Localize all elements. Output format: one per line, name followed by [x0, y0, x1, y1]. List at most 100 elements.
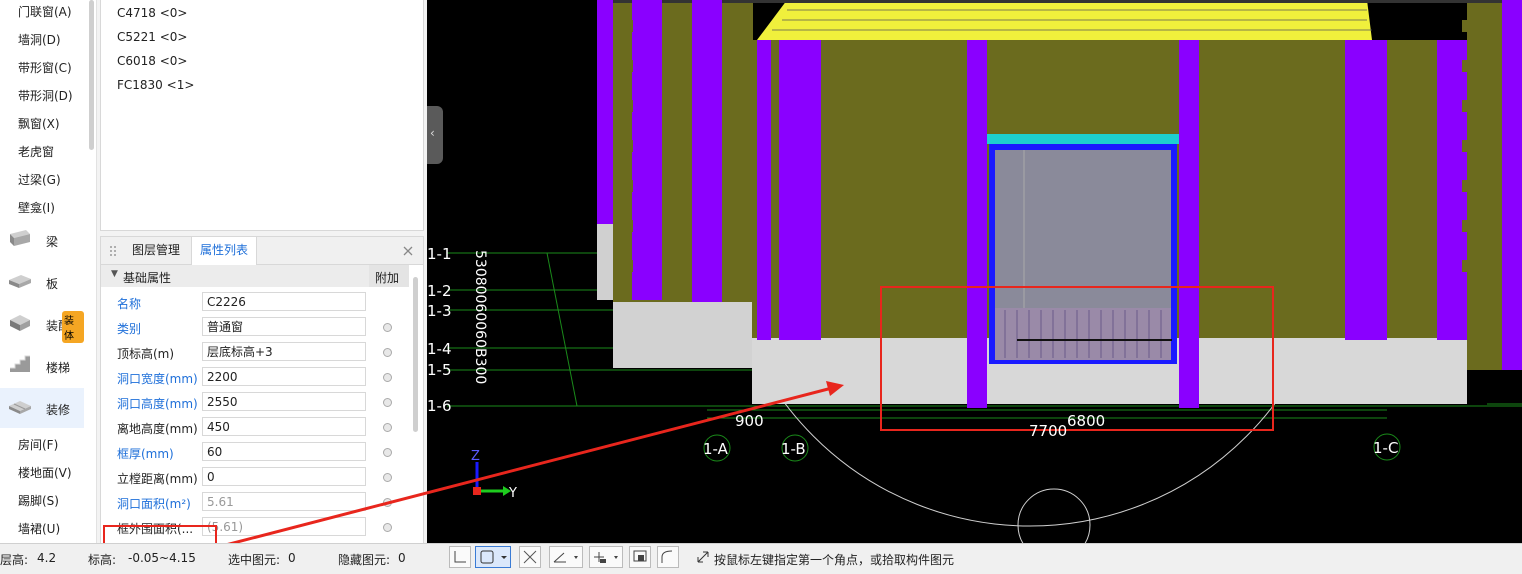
property-row[interactable]: 名称 C2226: [101, 290, 409, 315]
tab-layer-management[interactable]: 图层管理: [124, 237, 188, 264]
ortho-icon: [454, 551, 466, 563]
ortho-toggle-button[interactable]: [449, 546, 471, 568]
property-row[interactable]: 类别 普通窗: [101, 315, 409, 340]
property-row[interactable]: 洞口宽度(mm) 2200: [101, 365, 409, 390]
axis-label-1-1: 1-1: [427, 245, 452, 263]
category-beam[interactable]: 梁: [0, 220, 84, 260]
list-item[interactable]: C5221 <0>: [117, 30, 187, 44]
property-value-field[interactable]: 层底标高+3: [202, 342, 366, 361]
close-icon[interactable]: [403, 246, 413, 256]
property-row[interactable]: 立樘距离(mm) 0: [101, 465, 409, 490]
prefab-icon: [10, 315, 30, 331]
list-item[interactable]: C4718 <0>: [117, 6, 187, 20]
nav-item-floor-surface[interactable]: 楼地面(V): [18, 464, 72, 481]
property-name: 框厚(mm): [117, 447, 174, 461]
tab-property-list[interactable]: 属性列表: [191, 237, 258, 265]
nav-item-dado[interactable]: 墙裙(U): [18, 520, 60, 537]
attach-column-header: 附加: [369, 265, 409, 287]
attach-checkbox[interactable]: [383, 498, 392, 507]
property-name: 立樘距离(mm): [117, 472, 198, 486]
nav-item-lintel[interactable]: 过梁(G): [18, 171, 61, 188]
nav-item-door-window[interactable]: 门联窗(A): [18, 3, 72, 20]
snap-button[interactable]: [629, 546, 651, 568]
property-value-field[interactable]: C2226: [202, 292, 366, 311]
property-row[interactable]: 框外围面积(... (5.61): [101, 515, 409, 540]
axis-z-label: Z: [471, 449, 480, 464]
attach-checkbox[interactable]: [383, 373, 392, 382]
drag-handle-icon[interactable]: [109, 245, 117, 257]
axis-label-1-5: 1-5: [427, 361, 452, 379]
axis-label-1-A: 1-A: [703, 440, 729, 458]
property-row[interactable]: 顶标高(m) 层底标高+3: [101, 340, 409, 365]
rect-select-icon: [480, 550, 507, 564]
group-header[interactable]: ▼ 基础属性: [101, 265, 369, 287]
collapse-panel-handle[interactable]: ‹: [427, 106, 443, 164]
property-row[interactable]: 离地高度(mm) 450: [101, 415, 409, 440]
stairs-icon: [10, 355, 30, 372]
category-label: 板: [46, 277, 59, 291]
property-row[interactable]: 洞口面积(m²) 5.61: [101, 490, 409, 515]
property-value-field[interactable]: 2550: [202, 392, 366, 411]
attach-checkbox[interactable]: [383, 473, 392, 482]
nav-item-bay-window[interactable]: 飘窗(X): [18, 115, 60, 132]
property-name: 名称: [117, 297, 142, 311]
nav-item-wall-opening[interactable]: 墙洞(D): [18, 31, 61, 48]
dimension-900: 900: [735, 412, 764, 430]
property-scrollbar[interactable]: [413, 277, 418, 432]
arc-button[interactable]: [657, 546, 679, 568]
angle-button[interactable]: [549, 546, 583, 568]
slab-icon: [9, 275, 31, 288]
nav-item-dormer[interactable]: 老虎窗: [18, 143, 54, 160]
property-value-field[interactable]: (5.61): [202, 517, 366, 536]
category-stairs[interactable]: 楼梯: [0, 346, 84, 386]
attach-checkbox[interactable]: [383, 323, 392, 332]
decoration-icon: [9, 401, 31, 414]
attach-checkbox[interactable]: [383, 348, 392, 357]
angle-icon: [553, 552, 578, 563]
attach-checkbox[interactable]: [383, 398, 392, 407]
attach-checkbox[interactable]: [383, 448, 392, 457]
status-bar: 层高: 4.2 标高: -0.05~4.15 选中图元: 0 隐藏图元: 0 按…: [0, 543, 1522, 574]
selected-count: 0: [288, 551, 296, 565]
axis-label-1-2: 1-2: [427, 282, 452, 300]
nav-item-room[interactable]: 房间(F): [18, 436, 58, 453]
offset-icon: [594, 552, 618, 563]
nav-item-strip-window[interactable]: 带形窗(C): [18, 59, 72, 76]
command-hint: 按鼠标左键指定第一个角点，或拾取构件图元: [714, 553, 955, 567]
property-value-field[interactable]: 450: [202, 417, 366, 436]
category-decoration[interactable]: 装修: [0, 388, 84, 428]
3d-viewport[interactable]: 1-1 1-2 1-3 1-4 1-5 1-6 53080060060B300 …: [427, 0, 1522, 543]
list-item[interactable]: C6018 <0>: [117, 54, 187, 68]
property-name: 洞口宽度(mm): [117, 372, 198, 386]
property-value-field[interactable]: 普通窗: [202, 317, 366, 336]
attach-checkbox[interactable]: [383, 423, 392, 432]
category-slab[interactable]: 板: [0, 262, 84, 302]
cross-icon: [523, 550, 537, 564]
select-mode-button[interactable]: [475, 546, 511, 568]
elevation-label: 标高:: [88, 553, 117, 567]
attach-checkbox[interactable]: [383, 523, 392, 532]
category-prefab[interactable]: 装配式 装体: [0, 304, 84, 344]
axis-y-label: Y: [508, 486, 517, 501]
nav-item-strip-opening[interactable]: 带形洞(D): [18, 87, 73, 104]
axis-label-1-B: 1-B: [781, 440, 806, 458]
property-value-field[interactable]: 0: [202, 467, 366, 486]
property-value-field[interactable]: 5.61: [202, 492, 366, 511]
nav-scrollbar[interactable]: [89, 0, 94, 150]
offset-button[interactable]: [589, 546, 623, 568]
property-panel: 图层管理 属性列表 ▼ 基础属性 附加 名称 C2226 类别 普通窗 顶标高(m) 层底…: [100, 236, 424, 545]
cross-button[interactable]: [519, 546, 541, 568]
property-row[interactable]: 洞口高度(mm) 2550: [101, 390, 409, 415]
property-row[interactable]: 框厚(mm) 60: [101, 440, 409, 465]
panel-tabbar: 图层管理 属性列表: [101, 237, 423, 265]
hidden-label: 隐藏图元:: [338, 553, 391, 567]
category-label: 楼梯: [46, 361, 71, 375]
model-canvas[interactable]: 1-1 1-2 1-3 1-4 1-5 1-6 53080060060B300 …: [427, 0, 1522, 543]
property-name: 洞口面积(m²): [117, 497, 191, 511]
list-item[interactable]: FC1830 <1>: [117, 78, 194, 92]
property-value-field[interactable]: 60: [202, 442, 366, 461]
nav-item-skirting[interactable]: 踢脚(S): [18, 492, 59, 509]
property-value-field[interactable]: 2200: [202, 367, 366, 386]
nav-item-niche[interactable]: 壁龛(I): [18, 199, 55, 216]
axis-label-1-6: 1-6: [427, 397, 452, 415]
